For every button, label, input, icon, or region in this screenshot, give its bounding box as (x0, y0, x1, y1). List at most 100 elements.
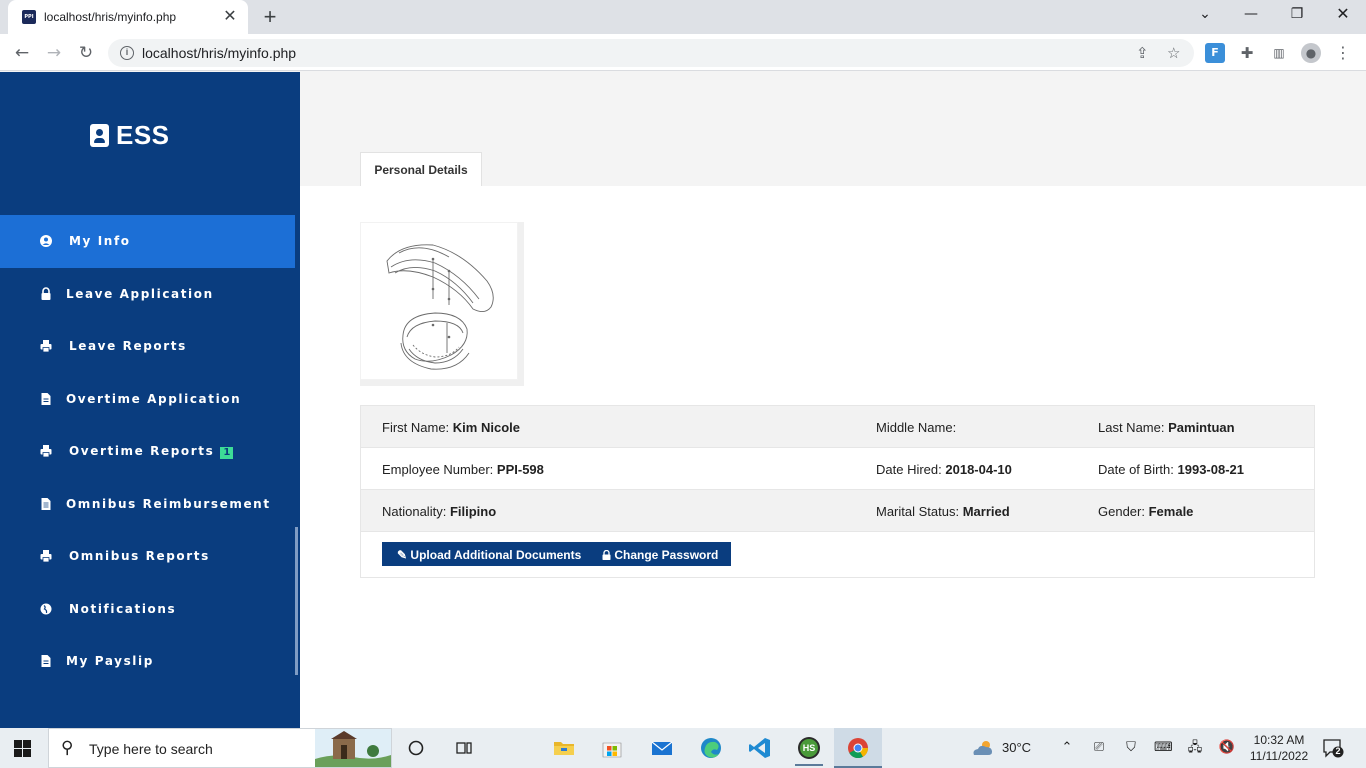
sidebar-item-label: Overtime Application (66, 391, 242, 406)
keyboard-icon[interactable]: ⌨ (1154, 739, 1173, 757)
sidebar-item-label-text: Overtime Reports (69, 444, 215, 458)
browser-tab-strip: PPI localhost/hris/myinfo.php ✕ + ⌄ — ❐ … (0, 0, 1366, 34)
sidebar-item-overtime-reports[interactable]: Overtime Reports 1 (0, 425, 300, 478)
nationality: Nationality: Filipino (382, 504, 496, 519)
restore-icon[interactable]: ❐ (1274, 6, 1320, 22)
network-icon[interactable]: 🖧 (1186, 739, 1204, 757)
sidebar-item-my-payslip[interactable]: My Payslip (0, 635, 300, 688)
running-indicator (795, 764, 823, 766)
windows-start-icon[interactable] (14, 740, 31, 757)
personal-details-panel: First Name: Kim Nicole Middle Name: Last… (300, 186, 1366, 728)
sidebar-item-label: My Payslip (66, 654, 154, 668)
personal-info-table: First Name: Kim Nicole Middle Name: Last… (360, 405, 1315, 578)
profile-avatar-icon[interactable]: ● (1301, 43, 1321, 63)
weather-icon[interactable] (970, 739, 996, 757)
share-icon[interactable]: ⇪ (1136, 44, 1149, 62)
microsoft-store-icon[interactable] (598, 734, 626, 762)
date-hired: Date Hired: 2018-04-10 (876, 462, 1012, 477)
new-tab-icon[interactable]: + (258, 5, 282, 29)
close-window-icon[interactable]: ✕ (1320, 6, 1366, 22)
file-icon (41, 655, 51, 667)
field-value: Filipino (449, 504, 497, 519)
vscode-icon[interactable] (746, 734, 774, 762)
forward-icon[interactable]: → (43, 42, 65, 64)
profile-photo (360, 222, 524, 386)
tab-search-chevron-icon[interactable]: ⌄ (1182, 6, 1228, 22)
sidebar-item-overtime-application[interactable]: Overtime Application (0, 373, 300, 426)
main-content: Personal Details First Name: Kim Nicole … (300, 72, 1366, 728)
search-highlight-image (315, 729, 391, 767)
address-bar[interactable]: i localhost/hris/myinfo.php ⇪ ☆ (108, 39, 1194, 67)
url-text[interactable]: localhost/hris/myinfo.php (142, 45, 296, 61)
browser-tab[interactable]: PPI localhost/hris/myinfo.php ✕ (8, 0, 248, 34)
tab-personal-details[interactable]: Personal Details (360, 152, 482, 186)
lock-icon (41, 286, 51, 300)
hs-app-icon[interactable]: HS (795, 734, 823, 766)
first-name: First Name: Kim Nicole (382, 420, 520, 435)
chevron-up-icon[interactable]: ⌃ (1058, 739, 1076, 757)
cortana-icon[interactable] (402, 734, 430, 762)
field-label: First Name: (382, 420, 450, 435)
sidebar-item-label: Leave Reports (69, 339, 187, 353)
sidebar-item-label: Omnibus Reports (69, 549, 210, 563)
sidebar-item-leave-application[interactable]: Leave Application (0, 268, 300, 321)
favicon: PPI (22, 10, 36, 24)
sidebar-item-omnibus-reports[interactable]: Omnibus Reports (0, 530, 300, 583)
sidebar-item-label: Leave Application (66, 286, 214, 301)
sidebar: ESS My Info Leave Application Leave Repo… (0, 72, 300, 728)
field-value: PPI-598 (496, 462, 544, 477)
back-icon[interactable]: ← (11, 42, 33, 64)
file-alt-icon (41, 497, 51, 510)
mail-icon[interactable] (648, 734, 676, 762)
printer-icon (40, 340, 52, 353)
field-label: Employee Number: (382, 462, 494, 477)
extension-fl-icon[interactable]: F (1205, 43, 1225, 63)
file-explorer-icon[interactable] (550, 734, 578, 762)
bookmark-star-icon[interactable]: ☆ (1167, 44, 1180, 62)
sidebar-item-label: My Info (69, 234, 131, 248)
upload-documents-button[interactable]: ✎ Upload Additional Documents (382, 542, 595, 566)
field-label: Middle Name: (876, 420, 957, 435)
action-row: ✎ Upload Additional Documents Change Pas… (361, 532, 1314, 577)
pencil-icon: ✎ (397, 548, 408, 562)
sidebar-item-notifications[interactable]: Notifications (0, 583, 300, 636)
sidebar-item-leave-reports[interactable]: Leave Reports (0, 320, 300, 373)
task-view-icon[interactable] (450, 734, 478, 762)
gender: Gender: Female (1098, 504, 1193, 519)
field-label: Gender: (1098, 504, 1145, 519)
search-placeholder: Type here to search (89, 741, 213, 757)
side-panel-icon[interactable]: ▥ (1269, 43, 1289, 63)
user-circle-icon (40, 235, 52, 247)
change-password-button[interactable]: Change Password (587, 542, 732, 566)
id-badge-icon (90, 124, 109, 147)
clock-date: 11/11/2022 (1249, 749, 1309, 763)
chrome-taskbar-button[interactable] (834, 728, 882, 768)
system-clock[interactable]: 10:32 AM 11/11/2022 (1246, 732, 1312, 764)
edge-icon[interactable] (697, 734, 725, 762)
table-row: Nationality: Filipino Marital Status: Ma… (361, 490, 1314, 532)
browser-toolbar: ← → ↻ i localhost/hris/myinfo.php ⇪ ☆ F … (0, 34, 1366, 71)
close-tab-icon[interactable]: ✕ (220, 7, 240, 27)
date-of-birth: Date of Birth: 1993-08-21 (1098, 462, 1244, 477)
sidebar-item-label: Notifications (69, 601, 177, 616)
taskbar-search[interactable]: ⚲ Type here to search (48, 728, 392, 768)
profile-photo-drawing (386, 244, 494, 370)
browser-menu-icon[interactable]: ⋮ (1333, 43, 1353, 63)
minimize-icon[interactable]: — (1228, 6, 1274, 22)
defender-icon[interactable]: ⛉ (1122, 739, 1140, 757)
reload-icon[interactable]: ↻ (75, 42, 97, 64)
sidebar-item-omnibus-reimbursement[interactable]: Omnibus Reimbursement (0, 478, 300, 531)
extensions-puzzle-icon[interactable]: ✚ (1237, 43, 1257, 63)
volume-muted-icon[interactable]: 🔇 (1218, 739, 1236, 757)
field-value: Kim Nicole (452, 420, 520, 435)
meet-now-icon[interactable]: ⎚ (1090, 739, 1108, 757)
site-info-icon[interactable]: i (120, 46, 134, 60)
notification-center-icon[interactable]: 2 (1322, 738, 1344, 758)
field-value: Pamintuan (1168, 420, 1235, 435)
sidebar-scrollbar[interactable] (295, 527, 298, 675)
search-icon: ⚲ (61, 738, 74, 758)
chrome-icon (848, 738, 869, 759)
employee-number: Employee Number: PPI-598 (382, 462, 544, 477)
sidebar-item-my-info[interactable]: My Info (0, 215, 295, 268)
weather-temp[interactable]: 30°C (1002, 740, 1031, 755)
